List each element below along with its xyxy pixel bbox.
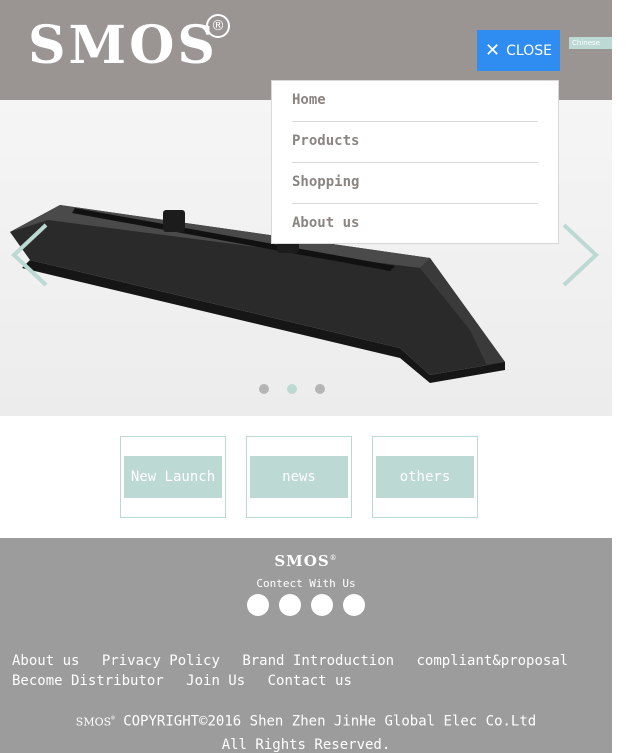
social-icon-1[interactable] [247, 594, 269, 616]
copyright-logo: SMOS [75, 715, 112, 729]
footer-logo: SMOS® [0, 552, 612, 570]
close-icon: ✕ [485, 39, 501, 61]
slider-prev-button[interactable] [10, 223, 50, 287]
footer-link-contact-us[interactable]: Contact us [268, 673, 352, 689]
social-icon-3[interactable] [311, 594, 333, 616]
site-footer: SMOS® Contect With Us About us Privacy P… [0, 538, 612, 753]
card-new-launch[interactable]: New Launch [120, 436, 226, 518]
category-cards: New Launch news others [0, 436, 612, 518]
footer-logo-text: SMOS [274, 552, 330, 570]
copyright-text: COPYRIGHT©2016 Shen Zhen JinHe Global El… [123, 713, 537, 730]
copyright: SMOS® COPYRIGHT©2016 Shen Zhen JinHe Glo… [0, 707, 612, 753]
menu-item-products[interactable]: Products [292, 122, 538, 163]
footer-link-join-us[interactable]: Join Us [186, 673, 245, 689]
footer-link-privacy-policy[interactable]: Privacy Policy [102, 653, 220, 669]
card-others[interactable]: others [372, 436, 478, 518]
social-links [247, 594, 365, 616]
rights-text: All Rights Reserved. [221, 736, 391, 753]
slider-next-button[interactable] [560, 223, 600, 287]
chevron-left-icon [11, 223, 48, 287]
slider-dots [259, 384, 325, 394]
language-label: Chinese [572, 39, 600, 47]
social-icon-2[interactable] [279, 594, 301, 616]
close-button-label: CLOSE [506, 42, 552, 59]
footer-logo-mark: ® [329, 554, 338, 562]
product-knob [163, 210, 185, 232]
footer-links: About us Privacy Policy Brand Introducti… [12, 651, 602, 691]
menu-item-shopping[interactable]: Shopping [292, 163, 538, 204]
footer-link-become-distributor[interactable]: Become Distributor [12, 673, 164, 689]
slider-dot-3[interactable] [315, 384, 325, 394]
menu-item-about-us[interactable]: About us [292, 204, 538, 245]
social-icon-4[interactable] [343, 594, 365, 616]
footer-link-brand-introduction[interactable]: Brand Introduction [242, 653, 394, 669]
close-menu-button[interactable]: ✕ CLOSE [477, 30, 560, 71]
language-switch[interactable]: Chinese [569, 37, 612, 49]
chevron-right-icon [562, 223, 599, 287]
dropdown-menu: Home Products Shopping About us [271, 80, 559, 244]
card-label: news [250, 456, 348, 498]
registered-mark: ® [206, 14, 230, 38]
slider-dot-2[interactable] [287, 384, 297, 394]
contact-label: Contect With Us [256, 577, 356, 590]
footer-link-compliant-proposal[interactable]: compliant&proposal [416, 653, 568, 669]
slider-dot-1[interactable] [259, 384, 269, 394]
card-label: New Launch [124, 456, 222, 498]
copyright-line: SMOS® COPYRIGHT©2016 Shen Zhen JinHe Glo… [75, 713, 537, 730]
menu-item-home[interactable]: Home [292, 81, 538, 122]
card-label: others [376, 456, 474, 498]
footer-link-about-us[interactable]: About us [12, 653, 79, 669]
card-news[interactable]: news [246, 436, 352, 518]
smos-logo[interactable]: SMOS [28, 20, 218, 72]
